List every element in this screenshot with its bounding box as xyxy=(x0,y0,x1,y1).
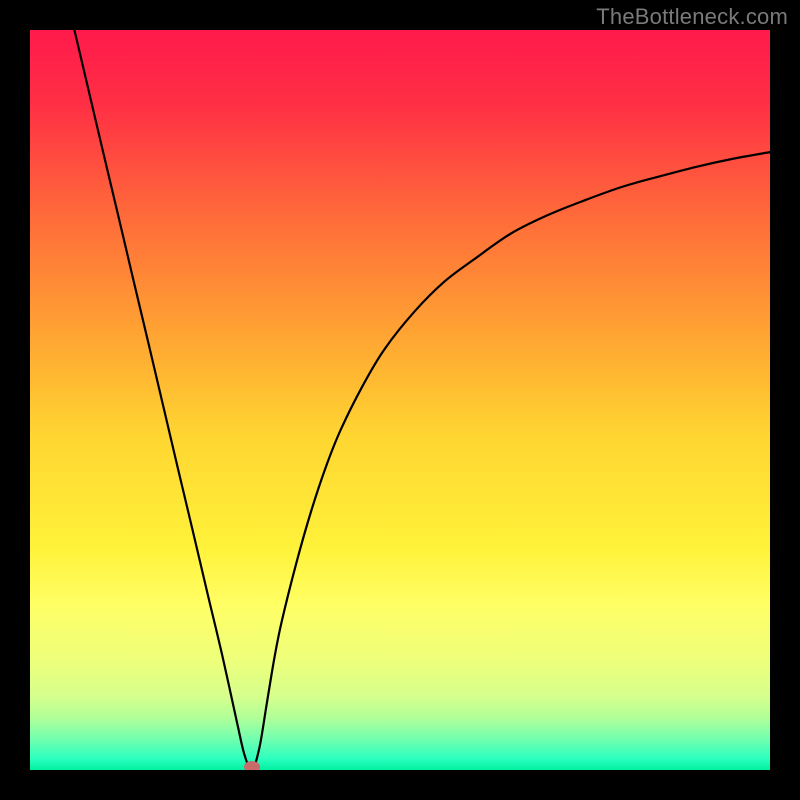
watermark-label: TheBottleneck.com xyxy=(596,4,788,30)
bottleneck-chart xyxy=(30,30,770,770)
chart-frame: TheBottleneck.com xyxy=(0,0,800,800)
plot-area xyxy=(30,30,770,770)
gradient-background xyxy=(30,30,770,770)
